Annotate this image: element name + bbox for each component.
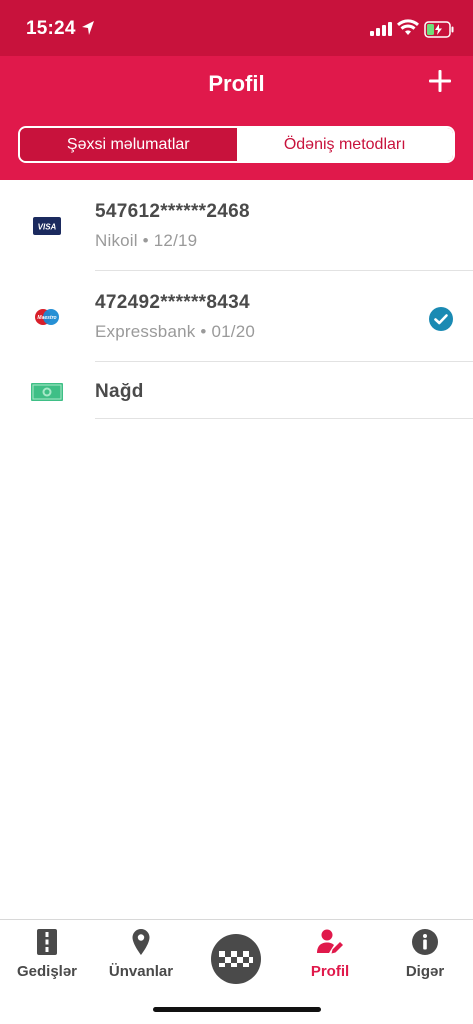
location-arrow-icon	[82, 21, 94, 35]
payment-method-row[interactable]: VISA 547612******2468 Nikoil • 12/19	[0, 180, 473, 271]
tab-addresses[interactable]: Ünvanlar	[94, 920, 188, 1000]
status-time: 15:24	[26, 18, 76, 39]
divider	[95, 418, 473, 419]
wifi-icon	[397, 19, 419, 35]
card-number: 547612******2468	[95, 201, 250, 222]
card-details: Nikoil • 12/19	[95, 231, 198, 250]
battery-icon	[424, 21, 454, 38]
nav-bar: Profil	[0, 56, 473, 110]
tab-other[interactable]: Digər	[378, 920, 472, 1000]
svg-text:VISA: VISA	[38, 223, 57, 232]
tab-label: Profil	[310, 963, 350, 980]
cash-icon	[31, 383, 63, 401]
segment-wrapper: Şəxsi məlumatlar Ödəniş metodları	[0, 110, 473, 180]
signal-icon	[370, 22, 392, 36]
tab-profile[interactable]: Profil	[283, 920, 377, 1000]
cash-label: Nağd	[95, 381, 144, 402]
svg-text:Maestro: Maestro	[37, 315, 56, 321]
status-bar: 15:24	[0, 0, 473, 56]
payment-methods-list: VISA 547612******2468 Nikoil • 12/19 Mae…	[0, 180, 473, 419]
visa-card-icon: VISA	[33, 217, 61, 235]
home-indicator	[153, 1007, 321, 1012]
card-details: Expressbank • 01/20	[95, 322, 256, 341]
user-edit-icon	[317, 929, 343, 954]
taxi-icon	[219, 951, 253, 967]
tab-label: Gedişlər	[16, 963, 78, 980]
payment-method-row[interactable]: Nağd	[0, 362, 473, 419]
info-icon	[412, 929, 438, 955]
page-title: Profil	[208, 71, 265, 96]
road-icon	[37, 929, 57, 955]
order-taxi-button[interactable]	[211, 934, 261, 984]
tab-personal-info[interactable]: Şəxsi məlumatlar	[20, 128, 237, 161]
card-number: 472492******8434	[95, 292, 250, 313]
tab-rides[interactable]: Gedişlər	[0, 920, 94, 1000]
map-pin-icon	[132, 929, 150, 955]
tab-label: Digər	[405, 963, 445, 980]
segmented-control: Şəxsi məlumatlar Ödəniş metodları	[18, 126, 455, 163]
payment-method-row[interactable]: Maestro 472492******8434 Expressbank • 0…	[0, 271, 473, 362]
tab-label: Ünvanlar	[108, 963, 174, 980]
tab-payment-methods[interactable]: Ödəniş metodları	[236, 128, 453, 161]
add-icon[interactable]	[425, 66, 455, 96]
check-circle-icon	[429, 307, 453, 331]
maestro-card-icon: Maestro	[35, 309, 59, 325]
